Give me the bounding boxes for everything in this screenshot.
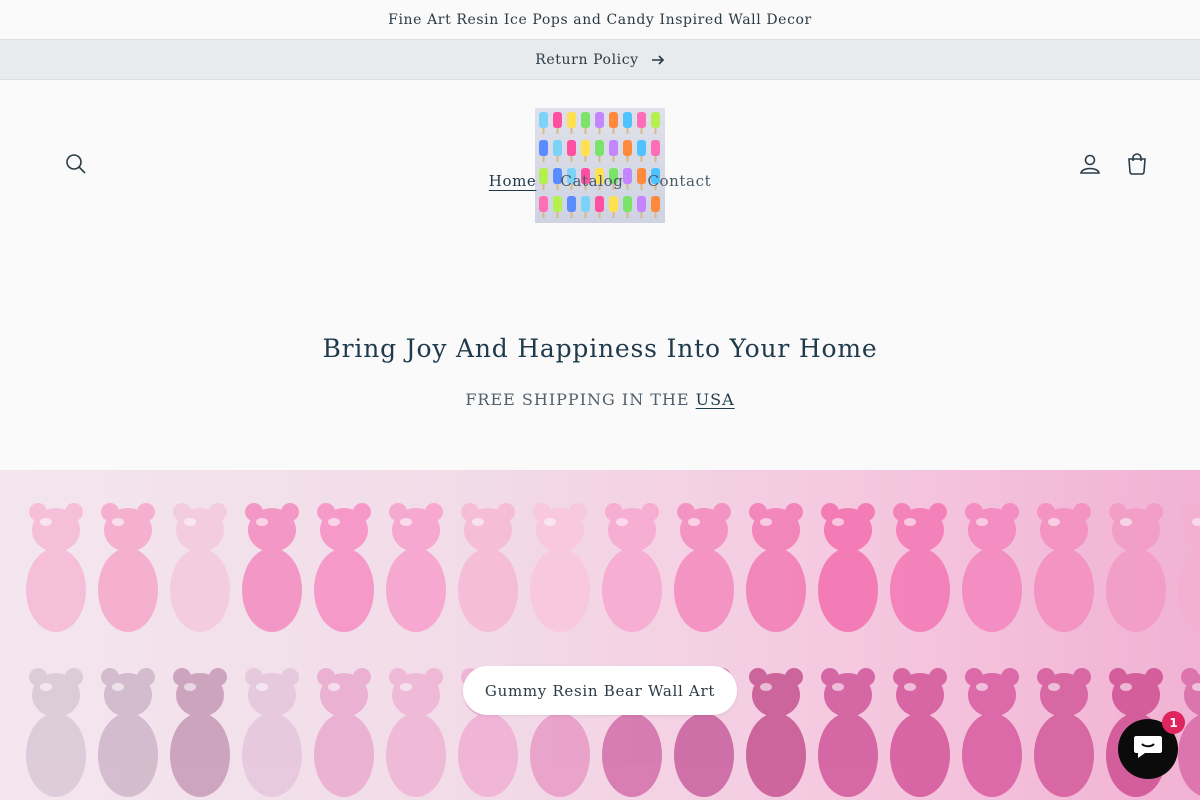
gummy-bear-wall-art-button[interactable]: Gummy Resin Bear Wall Art — [463, 666, 737, 715]
hero-subtitle-prefix: FREE SHIPPING IN THE — [465, 390, 696, 409]
gummy-bears-image — [26, 503, 1200, 797]
arrow-right-icon — [651, 54, 665, 65]
nav-item-catalog[interactable]: Catalog — [548, 172, 635, 190]
gummy-bear-banner: Gummy Resin Bear Wall Art — [0, 470, 1200, 800]
announcement-bar: Fine Art Resin Ice Pops and Candy Inspir… — [0, 0, 1200, 39]
return-policy-link[interactable]: Return Policy — [0, 39, 1200, 80]
return-policy-label: Return Policy — [535, 51, 639, 68]
ice-pop-logo-image — [539, 112, 660, 218]
chat-notification-badge: 1 — [1162, 711, 1185, 734]
main-nav: Home Catalog Contact — [0, 172, 1200, 190]
nav-item-contact[interactable]: Contact — [635, 172, 723, 190]
chat-icon — [1133, 734, 1163, 764]
site-header — [0, 80, 1200, 230]
store-logo[interactable] — [535, 108, 665, 223]
announcement-text: Fine Art Resin Ice Pops and Candy Inspir… — [388, 11, 812, 28]
hero-title: Bring Joy And Happiness Into Your Home — [322, 334, 878, 363]
usa-link[interactable]: USA — [696, 390, 735, 409]
hero-text: Bring Joy And Happiness Into Your Home F… — [0, 334, 1200, 409]
hero-subtitle: FREE SHIPPING IN THE USA — [0, 390, 1200, 409]
nav-item-home[interactable]: Home — [477, 172, 549, 190]
